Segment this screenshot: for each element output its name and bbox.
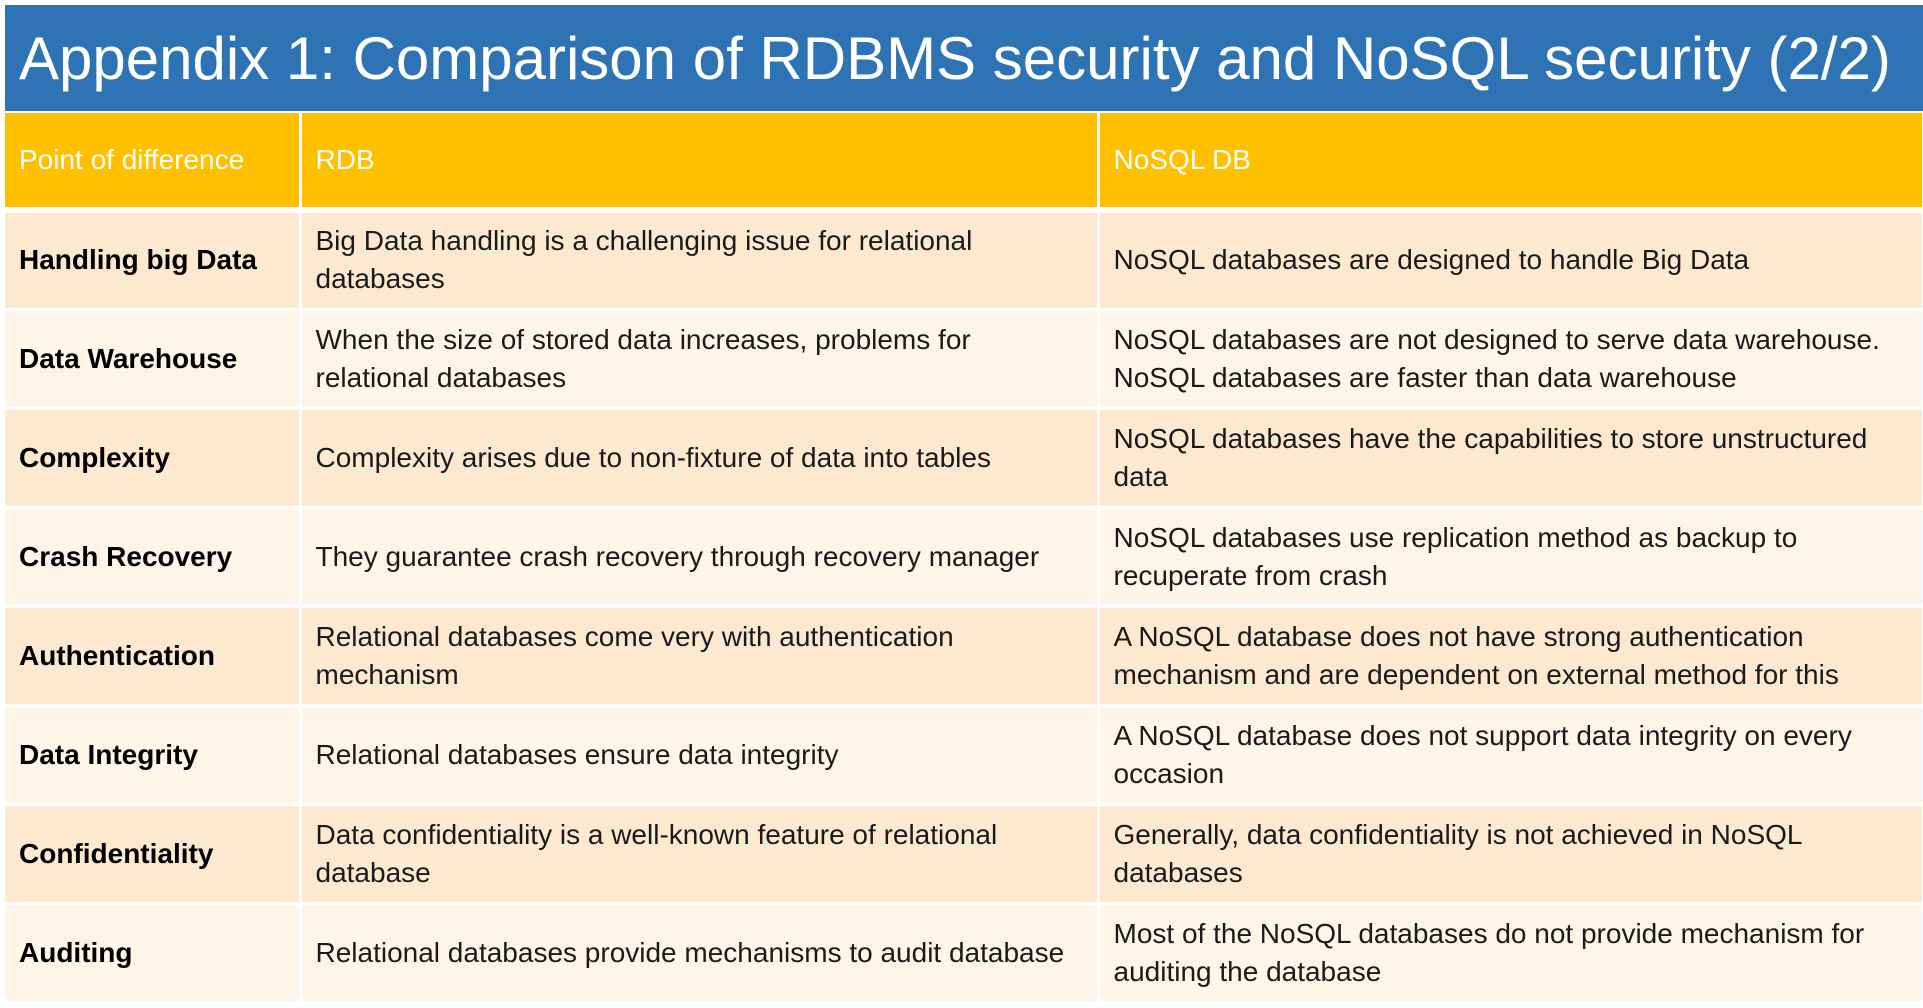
table-row: Authentication Relational databases come… <box>5 606 1923 707</box>
table-row: Handling big Data Big Data handling is a… <box>5 210 1923 311</box>
slide: Appendix 1: Comparison of RDBMS security… <box>0 0 1923 1008</box>
point-cell: Authentication <box>5 606 302 707</box>
point-cell: Handling big Data <box>5 210 302 311</box>
table-row: Complexity Complexity arises due to non-… <box>5 408 1923 509</box>
nosql-cell: A NoSQL database does not have strong au… <box>1098 606 1923 707</box>
rdb-cell: When the size of stored data increases, … <box>300 309 1100 410</box>
rdb-cell: Big Data handling is a challenging issue… <box>300 210 1100 311</box>
header-nosql-db: NoSQL DB <box>1098 113 1923 213</box>
slide-title: Appendix 1: Comparison of RDBMS security… <box>5 5 1923 111</box>
point-cell: Confidentiality <box>5 804 302 905</box>
rdb-cell: Data confidentiality is a well-known fea… <box>300 804 1100 905</box>
header-rdb: RDB <box>300 113 1100 213</box>
table-row: Auditing Relational databases provide me… <box>5 903 1923 1004</box>
table-row: Data Integrity Relational databases ensu… <box>5 705 1923 806</box>
point-cell: Data Integrity <box>5 705 302 806</box>
nosql-cell: Generally, data confidentiality is not a… <box>1098 804 1923 905</box>
point-cell: Crash Recovery <box>5 507 302 608</box>
rdb-cell: Relational databases come very with auth… <box>300 606 1100 707</box>
nosql-cell: NoSQL databases are not designed to serv… <box>1098 309 1923 410</box>
nosql-cell: NoSQL databases are designed to handle B… <box>1098 210 1923 311</box>
nosql-cell: Most of the NoSQL databases do not provi… <box>1098 903 1923 1004</box>
rdb-cell: Complexity arises due to non-fixture of … <box>300 408 1100 509</box>
nosql-cell: A NoSQL database does not support data i… <box>1098 705 1923 806</box>
nosql-cell: NoSQL databases use replication method a… <box>1098 507 1923 608</box>
point-cell: Data Warehouse <box>5 309 302 410</box>
nosql-cell: NoSQL databases have the capabilities to… <box>1098 408 1923 509</box>
table-row: Data Warehouse When the size of stored d… <box>5 309 1923 410</box>
rdb-cell: Relational databases ensure data integri… <box>300 705 1100 806</box>
rdb-cell: They guarantee crash recovery through re… <box>300 507 1100 608</box>
comparison-table: Point of difference RDB NoSQL DB Handlin… <box>5 113 1923 1004</box>
table-row: Confidentiality Data confidentiality is … <box>5 804 1923 905</box>
header-point-of-difference: Point of difference <box>5 113 302 213</box>
point-cell: Complexity <box>5 408 302 509</box>
table-row: Crash Recovery They guarantee crash reco… <box>5 507 1923 608</box>
point-cell: Auditing <box>5 903 302 1004</box>
rdb-cell: Relational databases provide mechanisms … <box>300 903 1100 1004</box>
table-header-row: Point of difference RDB NoSQL DB <box>5 113 1923 213</box>
